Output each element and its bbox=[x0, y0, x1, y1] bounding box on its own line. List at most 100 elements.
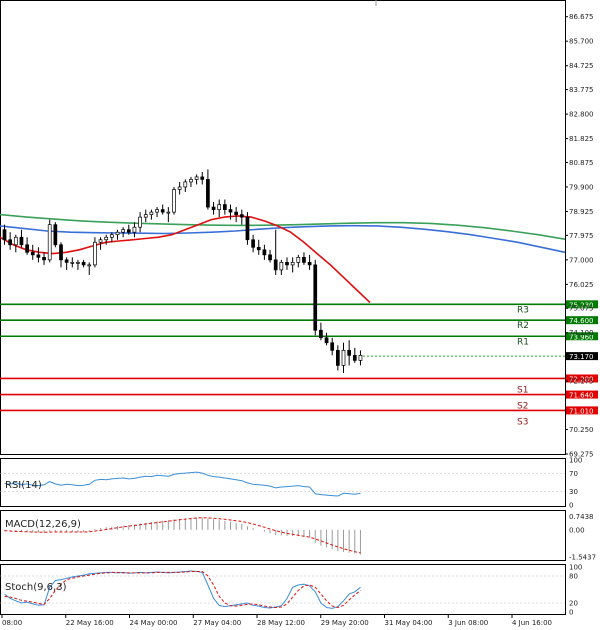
stoch-y-tick-label: 100 bbox=[569, 564, 582, 572]
candle-body bbox=[256, 246, 261, 251]
candle-body bbox=[324, 337, 329, 344]
candle-body bbox=[239, 214, 244, 218]
x-tick-label: 27 May 04:00 bbox=[193, 619, 241, 627]
candle-body bbox=[126, 229, 131, 233]
candle-body bbox=[76, 262, 80, 264]
main-y-tick-label: 83.775 bbox=[569, 86, 594, 94]
candle-body bbox=[155, 209, 159, 213]
rsi-label: RSI(14) bbox=[5, 480, 42, 491]
candle-body bbox=[290, 262, 295, 266]
candle-body bbox=[160, 209, 165, 213]
candle-body bbox=[228, 209, 233, 213]
x-tick-label: 28 May 12:00 bbox=[257, 619, 305, 627]
candle-body bbox=[302, 256, 306, 263]
macd-label: MACD(12,26,9) bbox=[5, 519, 81, 530]
rsi-y-tick-label: 30 bbox=[569, 488, 578, 496]
main-y-tick-label: 82.800 bbox=[569, 111, 594, 119]
candle-body bbox=[211, 206, 216, 210]
candle-body bbox=[245, 216, 250, 241]
level-label-s1: S1 bbox=[517, 385, 528, 395]
candle-body bbox=[25, 244, 29, 253]
level-tag-r2: 74.600 bbox=[569, 317, 594, 325]
x-tick-label: 29 May 20:00 bbox=[321, 619, 369, 627]
rsi-y-tick-label: 0 bbox=[569, 502, 573, 510]
candle-body bbox=[172, 189, 176, 213]
candle-body bbox=[307, 262, 312, 266]
level-tag-s2: 71.640 bbox=[569, 392, 594, 400]
x-tick-label: 4 Jun 16:00 bbox=[512, 619, 552, 627]
candle-body bbox=[352, 355, 357, 361]
main-y-tick-label: 75.075 bbox=[569, 305, 594, 313]
candle-body bbox=[64, 259, 69, 263]
candle-body bbox=[19, 236, 24, 246]
rsi-panel-frame bbox=[0, 458, 566, 507]
level-label-s2: S2 bbox=[517, 402, 528, 412]
candle-body bbox=[53, 224, 58, 246]
y-axis-labels: 86.675 85.700 84.725 83.775 82.800 81.825 80.8… bbox=[565, 13, 596, 617]
candle-body bbox=[262, 249, 267, 256]
stoch-y-tick-label: 80 bbox=[569, 573, 578, 581]
candle-body bbox=[13, 236, 18, 246]
main-y-tick-label: 80.875 bbox=[569, 159, 594, 167]
main-y-tick-label: 86.675 bbox=[569, 13, 594, 21]
main-y-tick-label: 77.975 bbox=[569, 232, 594, 240]
x-tick-label: 22 May 16:00 bbox=[66, 619, 114, 627]
candle-body bbox=[347, 349, 351, 356]
candle-body bbox=[36, 254, 41, 258]
candle-body bbox=[98, 239, 103, 243]
candle-body bbox=[2, 229, 7, 241]
candle-body bbox=[217, 204, 222, 210]
candle-body bbox=[109, 234, 114, 238]
candle-body bbox=[285, 262, 289, 266]
candle-body bbox=[138, 216, 142, 228]
rsi-y-tick-label: 70 bbox=[569, 470, 578, 478]
candle-body bbox=[47, 224, 52, 261]
candle-body bbox=[223, 204, 227, 210]
main-y-tick-label: 70.250 bbox=[569, 426, 594, 434]
macd-y-tick-label: 0.00 bbox=[569, 526, 585, 534]
main-y-tick-label: 84.725 bbox=[569, 62, 594, 70]
main-y-tick-label: 81.825 bbox=[569, 135, 594, 143]
candle-body bbox=[358, 355, 363, 361]
main-y-tick-label: 85.700 bbox=[569, 38, 594, 46]
candle-body bbox=[93, 241, 97, 266]
x-tick-label: 24 May 00:00 bbox=[130, 619, 178, 627]
stoch-panel: Stoch(9,6,3) bbox=[0, 564, 566, 615]
last-price-tag: 73.170 bbox=[569, 353, 594, 361]
candle-body bbox=[149, 211, 154, 215]
x-axis-labels: 08:00 22 May 16:00 24 May 00:00 27 May 04:0… bbox=[1, 614, 552, 627]
candle-body bbox=[121, 229, 126, 233]
main-y-tick-label: 76.025 bbox=[569, 281, 594, 289]
main-y-tick-label: 77.000 bbox=[569, 256, 594, 264]
level-label-r3: R3 bbox=[517, 305, 529, 315]
candle-body bbox=[189, 179, 193, 183]
rsi-panel: RSI(14) bbox=[0, 458, 566, 507]
candle-body bbox=[81, 262, 86, 266]
candle-body bbox=[183, 181, 188, 188]
candle-body bbox=[30, 251, 35, 256]
macd-y-tick-label: -1.5437 bbox=[569, 554, 596, 562]
candle-body bbox=[341, 349, 346, 366]
main-y-tick-label: 79.900 bbox=[569, 183, 594, 191]
candle-body bbox=[59, 244, 63, 261]
candle-body bbox=[251, 239, 255, 248]
candle-body bbox=[42, 256, 46, 261]
main-panel: R3 75.230R2 74.600R1 73.960S172.280S271.640… bbox=[0, 0, 598, 455]
candle-body bbox=[132, 226, 137, 233]
stoch-panel-frame bbox=[0, 564, 566, 615]
main-y-tick-label: 78.925 bbox=[569, 208, 594, 216]
candle-body bbox=[200, 176, 205, 180]
chart-svg: R3 75.230R2 74.600R1 73.960S172.280S271.640… bbox=[0, 0, 598, 627]
main-y-tick-label: 72.175 bbox=[569, 378, 594, 386]
candle-body bbox=[177, 186, 182, 190]
macd-panel: MACD(12,26,9) bbox=[0, 510, 566, 561]
main-y-tick-label: 74.100 bbox=[569, 329, 594, 337]
candle-body bbox=[87, 264, 92, 267]
x-tick-label: 08:00 bbox=[2, 619, 22, 627]
candle-body bbox=[234, 211, 238, 215]
candle-body bbox=[268, 254, 272, 261]
candle-body bbox=[104, 236, 109, 241]
candle-body bbox=[115, 231, 120, 236]
candle-body bbox=[206, 179, 210, 208]
level-label-r2: R2 bbox=[517, 321, 529, 331]
